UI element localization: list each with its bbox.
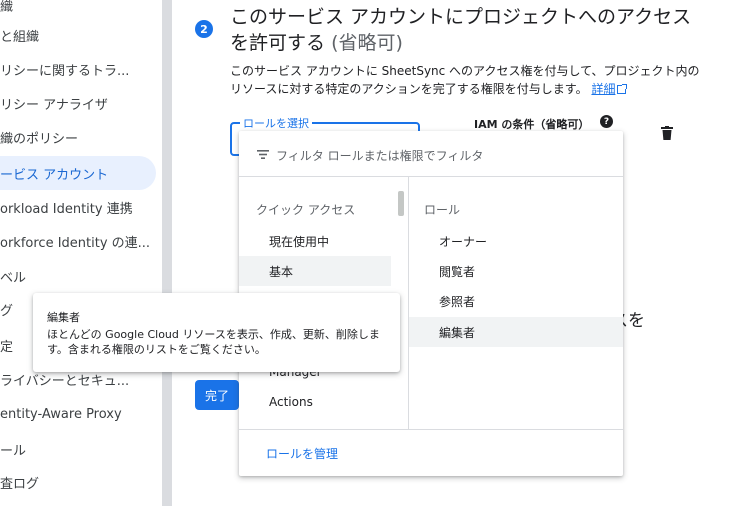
sidebar-scrollbar[interactable] <box>162 0 172 506</box>
details-link[interactable]: 詳細 <box>591 82 628 96</box>
roles-column: ロール オーナー 閲覧者 参照者 編集者 <box>409 177 623 429</box>
role-select-label: ロールを選択 <box>240 115 312 131</box>
sidebar-item-service-accounts[interactable]: ービス アカウント <box>0 156 156 190</box>
iam-condition-label: IAM の条件（省略可） <box>474 118 590 131</box>
step-number-badge: 2 <box>195 20 213 38</box>
step-description-text: このサービス アカウントに SheetSync へのアクセス権を付与して、プロジ… <box>230 64 700 96</box>
sidebar-item-audit-logs[interactable]: 査ログ <box>0 465 156 499</box>
filter-row[interactable]: フィルタ ロールまたは権限でフィルタ <box>239 131 623 177</box>
tooltip-body: ほとんどの Google Cloud リソースを表示、作成、更新、削除します。含… <box>47 328 380 356</box>
role-item-browser[interactable]: 参照者 <box>409 286 623 316</box>
list-item-label: Actions <box>269 395 313 409</box>
sidebar-item-label: ベル <box>0 270 27 286</box>
external-link-icon <box>617 84 628 94</box>
role-item-viewer[interactable]: 閲覧者 <box>409 256 623 286</box>
sidebar-item-label: 織のポリシー <box>0 131 79 147</box>
sidebar-item-label: ール <box>0 443 27 459</box>
sidebar-item-policy-analyzer[interactable]: リシー アナライザ <box>0 86 156 120</box>
list-item-label: 現在使用中 <box>269 234 330 249</box>
step-title-optional: (省略可) <box>331 32 403 54</box>
column-scrollbar[interactable] <box>398 191 404 216</box>
tooltip-title: 編集者 <box>47 311 80 324</box>
sidebar-item-labels[interactable]: ベル <box>0 259 156 293</box>
filter-input[interactable]: フィルタ ロールまたは権限でフィルタ <box>276 147 483 164</box>
step-title: このサービス アカウントにプロジェクトへのアクセスを許可する (省略可) <box>230 4 700 56</box>
sidebar-item-label: ライバシーとセキュ... <box>0 373 130 389</box>
list-item-label: 参照者 <box>439 294 476 309</box>
sidebar-item-roles[interactable]: ール <box>0 432 156 466</box>
sidebar-item-workforce-identity[interactable]: orkforce Identity の連... <box>0 224 156 258</box>
sidebar-item-label: リシー アナライザ <box>0 97 108 113</box>
sidebar-item-label: 定 <box>0 339 14 355</box>
sidebar-item-label: orkforce Identity の連... <box>0 235 151 251</box>
sidebar-item-org-policies[interactable]: 織のポリシー <box>0 120 156 154</box>
filter-icon <box>257 150 269 159</box>
help-icon[interactable]: ? <box>600 115 613 128</box>
sidebar-item-policy-troubleshooter[interactable]: リシーに関するトラ... <box>0 52 156 86</box>
list-item-label: 基本 <box>269 264 294 279</box>
sidebar-item-label: 織 <box>0 0 14 15</box>
role-item-owner[interactable]: オーナー <box>409 226 623 256</box>
sidebar-item-org[interactable]: と組織 <box>0 18 156 52</box>
sidebar-item-label: ービス アカウント <box>0 167 109 183</box>
quick-access-item-basic[interactable]: 基本 <box>239 256 391 286</box>
done-button[interactable]: 完了 <box>195 380 239 410</box>
quick-access-header: クイック アクセス <box>256 203 356 217</box>
sidebar-item-label: orkload Identity 連携 <box>0 201 133 217</box>
list-item-label: オーナー <box>439 234 488 249</box>
sidebar-item-workload-identity[interactable]: orkload Identity 連携 <box>0 190 156 224</box>
role-item-editor[interactable]: 編集者 <box>409 317 623 347</box>
details-link-label: 詳細 <box>591 82 616 96</box>
step-description: このサービス アカウントに SheetSync へのアクセス権を付与して、プロジ… <box>230 62 700 98</box>
delete-icon[interactable] <box>661 126 673 140</box>
sidebar-nav: 織 と組織 リシーに関するトラ... リシー アナライザ 織のポリシー ービス … <box>0 0 162 506</box>
role-tooltip: 編集者 ほとんどの Google Cloud リソースを表示、作成、更新、削除し… <box>33 293 400 372</box>
sidebar-item-label: リシーに関するトラ... <box>0 63 130 79</box>
sidebar-item-label: entity-Aware Proxy <box>0 406 122 422</box>
quick-access-item-in-use[interactable]: 現在使用中 <box>239 226 391 256</box>
sidebar-item-label: と組織 <box>0 29 40 45</box>
quick-access-item-actions[interactable]: Actions <box>239 387 391 417</box>
list-item-label: 閲覧者 <box>439 264 476 279</box>
list-item-label: 編集者 <box>439 325 476 340</box>
manage-roles-row: ロールを管理 <box>239 429 623 476</box>
sidebar-item-label: 査ログ <box>0 476 40 492</box>
sidebar-item-identity-aware-proxy[interactable]: entity-Aware Proxy <box>0 397 156 431</box>
step-title-main: このサービス アカウントにプロジェクトへのアクセスを許可する <box>230 6 692 54</box>
roles-header: ロール <box>424 203 461 217</box>
sidebar-item-label: グ <box>0 303 14 319</box>
manage-roles-link[interactable]: ロールを管理 <box>266 445 338 462</box>
